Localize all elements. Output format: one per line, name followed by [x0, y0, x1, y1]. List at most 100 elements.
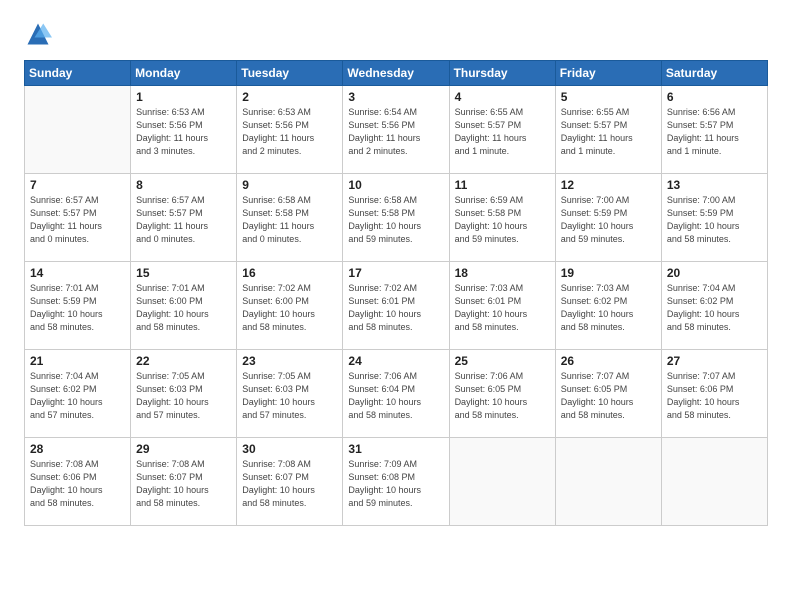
day-number: 14: [30, 266, 125, 280]
week-row-2: 14 Sunrise: 7:01 AMSunset: 5:59 PMDayligh…: [25, 262, 768, 350]
calendar: SundayMondayTuesdayWednesdayThursdayFrid…: [24, 60, 768, 526]
calendar-cell: 10 Sunrise: 6:58 AMSunset: 5:58 PMDayligh…: [343, 174, 449, 262]
day-number: 28: [30, 442, 125, 456]
calendar-cell: 30 Sunrise: 7:08 AMSunset: 6:07 PMDayligh…: [237, 438, 343, 526]
day-number: 24: [348, 354, 443, 368]
calendar-cell: 21 Sunrise: 7:04 AMSunset: 6:02 PMDayligh…: [25, 350, 131, 438]
day-number: 7: [30, 178, 125, 192]
calendar-cell: 23 Sunrise: 7:05 AMSunset: 6:03 PMDayligh…: [237, 350, 343, 438]
day-info: Sunrise: 7:05 AMSunset: 6:03 PMDaylight:…: [242, 370, 337, 422]
calendar-cell: 12Sunrise: 7:00 AMSunset: 5:59 PMDayligh…: [555, 174, 661, 262]
day-info: Sunrise: 7:01 AMSunset: 6:00 PMDaylight:…: [136, 282, 231, 334]
day-info: Sunrise: 7:09 AMSunset: 6:08 PMDaylight:…: [348, 458, 443, 510]
day-info: Sunrise: 7:03 AMSunset: 6:01 PMDaylight:…: [455, 282, 550, 334]
day-number: 22: [136, 354, 231, 368]
day-number: 6: [667, 90, 762, 104]
day-info: Sunrise: 7:06 AMSunset: 6:05 PMDaylight:…: [455, 370, 550, 422]
calendar-cell: 11Sunrise: 6:59 AMSunset: 5:58 PMDayligh…: [449, 174, 555, 262]
day-info: Sunrise: 7:00 AMSunset: 5:59 PMDaylight:…: [667, 194, 762, 246]
calendar-cell: 8 Sunrise: 6:57 AMSunset: 5:57 PMDaylight…: [131, 174, 237, 262]
day-info: Sunrise: 6:56 AMSunset: 5:57 PMDaylight:…: [667, 106, 762, 158]
day-info: Sunrise: 6:55 AMSunset: 5:57 PMDaylight:…: [455, 106, 550, 158]
calendar-cell: 13Sunrise: 7:00 AMSunset: 5:59 PMDayligh…: [661, 174, 767, 262]
calendar-cell: 4 Sunrise: 6:55 AMSunset: 5:57 PMDaylight…: [449, 86, 555, 174]
day-info: Sunrise: 7:02 AMSunset: 6:01 PMDaylight:…: [348, 282, 443, 334]
day-number: 26: [561, 354, 656, 368]
calendar-cell: 3 Sunrise: 6:54 AMSunset: 5:56 PMDaylight…: [343, 86, 449, 174]
calendar-cell: 1Sunrise: 6:53 AMSunset: 5:56 PMDaylight…: [131, 86, 237, 174]
calendar-cell: [25, 86, 131, 174]
calendar-cell: 19 Sunrise: 7:03 AMSunset: 6:02 PMDayligh…: [555, 262, 661, 350]
calendar-header-row: SundayMondayTuesdayWednesdayThursdayFrid…: [25, 61, 768, 86]
day-number: 20: [667, 266, 762, 280]
day-info: Sunrise: 7:08 AMSunset: 6:06 PMDaylight:…: [30, 458, 125, 510]
calendar-cell: 15 Sunrise: 7:01 AMSunset: 6:00 PMDayligh…: [131, 262, 237, 350]
day-info: Sunrise: 6:54 AMSunset: 5:56 PMDaylight:…: [348, 106, 443, 158]
day-info: Sunrise: 6:53 AMSunset: 5:56 PMDaylight:…: [242, 106, 337, 158]
calendar-cell: 18 Sunrise: 7:03 AMSunset: 6:01 PMDayligh…: [449, 262, 555, 350]
day-number: 4: [455, 90, 550, 104]
day-number: 10: [348, 178, 443, 192]
day-info: Sunrise: 7:02 AMSunset: 6:00 PMDaylight:…: [242, 282, 337, 334]
calendar-cell: 24 Sunrise: 7:06 AMSunset: 6:04 PMDayligh…: [343, 350, 449, 438]
calendar-cell: 9Sunrise: 6:58 AMSunset: 5:58 PMDaylight…: [237, 174, 343, 262]
day-number: 18: [455, 266, 550, 280]
day-number: 3: [348, 90, 443, 104]
day-number: 5: [561, 90, 656, 104]
day-header-tuesday: Tuesday: [237, 61, 343, 86]
calendar-cell: 6 Sunrise: 6:56 AMSunset: 5:57 PMDaylight…: [661, 86, 767, 174]
day-header-wednesday: Wednesday: [343, 61, 449, 86]
day-number: 17: [348, 266, 443, 280]
calendar-cell: 31 Sunrise: 7:09 AMSunset: 6:08 PMDayligh…: [343, 438, 449, 526]
day-number: 19: [561, 266, 656, 280]
day-number: 16: [242, 266, 337, 280]
calendar-cell: 5 Sunrise: 6:55 AMSunset: 5:57 PMDaylight…: [555, 86, 661, 174]
calendar-cell: 17 Sunrise: 7:02 AMSunset: 6:01 PMDayligh…: [343, 262, 449, 350]
calendar-cell: 25 Sunrise: 7:06 AMSunset: 6:05 PMDayligh…: [449, 350, 555, 438]
week-row-4: 28 Sunrise: 7:08 AMSunset: 6:06 PMDayligh…: [25, 438, 768, 526]
day-info: Sunrise: 7:05 AMSunset: 6:03 PMDaylight:…: [136, 370, 231, 422]
calendar-cell: 27 Sunrise: 7:07 AMSunset: 6:06 PMDayligh…: [661, 350, 767, 438]
day-number: 31: [348, 442, 443, 456]
day-info: Sunrise: 6:55 AMSunset: 5:57 PMDaylight:…: [561, 106, 656, 158]
day-info: Sunrise: 7:08 AMSunset: 6:07 PMDaylight:…: [242, 458, 337, 510]
day-number: 8: [136, 178, 231, 192]
day-header-thursday: Thursday: [449, 61, 555, 86]
day-info: Sunrise: 7:06 AMSunset: 6:04 PMDaylight:…: [348, 370, 443, 422]
week-row-3: 21 Sunrise: 7:04 AMSunset: 6:02 PMDayligh…: [25, 350, 768, 438]
day-number: 29: [136, 442, 231, 456]
calendar-cell: 28 Sunrise: 7:08 AMSunset: 6:06 PMDayligh…: [25, 438, 131, 526]
day-number: 27: [667, 354, 762, 368]
calendar-cell: [555, 438, 661, 526]
day-info: Sunrise: 7:07 AMSunset: 6:05 PMDaylight:…: [561, 370, 656, 422]
day-info: Sunrise: 7:04 AMSunset: 6:02 PMDaylight:…: [667, 282, 762, 334]
day-info: Sunrise: 7:07 AMSunset: 6:06 PMDaylight:…: [667, 370, 762, 422]
day-info: Sunrise: 6:53 AMSunset: 5:56 PMDaylight:…: [136, 106, 231, 158]
day-number: 25: [455, 354, 550, 368]
day-header-saturday: Saturday: [661, 61, 767, 86]
day-number: 12: [561, 178, 656, 192]
day-number: 9: [242, 178, 337, 192]
calendar-cell: [449, 438, 555, 526]
day-number: 2: [242, 90, 337, 104]
calendar-cell: [661, 438, 767, 526]
day-info: Sunrise: 7:04 AMSunset: 6:02 PMDaylight:…: [30, 370, 125, 422]
day-info: Sunrise: 7:01 AMSunset: 5:59 PMDaylight:…: [30, 282, 125, 334]
day-number: 23: [242, 354, 337, 368]
logo-icon: [24, 20, 52, 48]
day-header-sunday: Sunday: [25, 61, 131, 86]
day-info: Sunrise: 7:08 AMSunset: 6:07 PMDaylight:…: [136, 458, 231, 510]
day-info: Sunrise: 7:03 AMSunset: 6:02 PMDaylight:…: [561, 282, 656, 334]
day-info: Sunrise: 6:57 AMSunset: 5:57 PMDaylight:…: [136, 194, 231, 246]
calendar-cell: 22 Sunrise: 7:05 AMSunset: 6:03 PMDayligh…: [131, 350, 237, 438]
day-info: Sunrise: 6:58 AMSunset: 5:58 PMDaylight:…: [348, 194, 443, 246]
page: SundayMondayTuesdayWednesdayThursdayFrid…: [0, 0, 792, 612]
day-number: 15: [136, 266, 231, 280]
calendar-cell: 2 Sunrise: 6:53 AMSunset: 5:56 PMDaylight…: [237, 86, 343, 174]
day-info: Sunrise: 6:57 AMSunset: 5:57 PMDaylight:…: [30, 194, 125, 246]
calendar-cell: 16 Sunrise: 7:02 AMSunset: 6:00 PMDayligh…: [237, 262, 343, 350]
day-number: 30: [242, 442, 337, 456]
day-info: Sunrise: 6:59 AMSunset: 5:58 PMDaylight:…: [455, 194, 550, 246]
day-number: 21: [30, 354, 125, 368]
calendar-cell: 20 Sunrise: 7:04 AMSunset: 6:02 PMDayligh…: [661, 262, 767, 350]
